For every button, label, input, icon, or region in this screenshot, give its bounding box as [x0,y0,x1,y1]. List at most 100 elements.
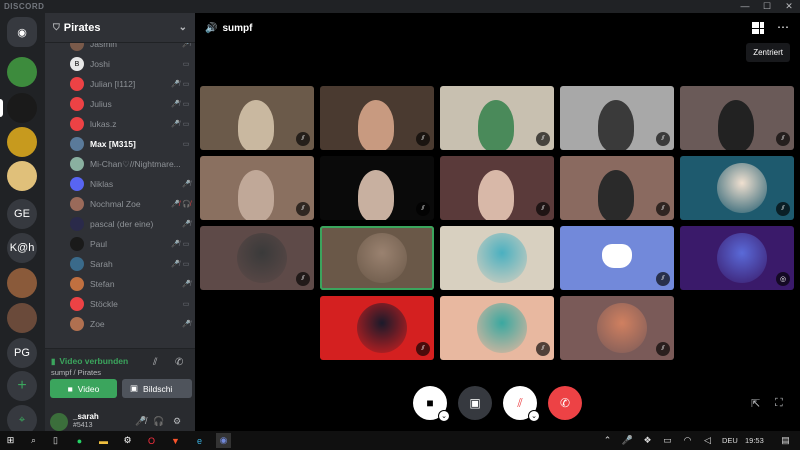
maximize-button[interactable]: ☐ [756,0,778,13]
volume-icon[interactable]: ◁ [700,433,715,448]
voice-member[interactable]: pascal (der eine) 🎤̸ [70,215,191,233]
participant-video-tile[interactable]: ⫽ [440,86,554,150]
participant-avatar [717,163,767,213]
edge-icon[interactable]: e [192,433,207,448]
voice-member[interactable]: Julian [I112] 🎤̸ ▭ [70,75,190,93]
participant-avatar-tile[interactable]: ⫽ [200,226,314,290]
participant-avatar-tile[interactable]: ◎ [680,226,794,290]
participant-avatar-tile[interactable]: ⫽ [680,156,794,220]
notification-icon[interactable]: ▤ [778,433,793,448]
screen-share-label: Bildschi [143,383,173,394]
screen-share-button[interactable]: ▣ Bildschi [122,379,192,398]
mic-muted-icon: ⫽ [536,132,550,146]
voice-member[interactable]: Mi-Chan♡//Nightmare... [70,155,190,173]
avatar [70,277,84,291]
opera-icon[interactable]: O [144,433,159,448]
participant-avatar [477,303,527,353]
server-ge[interactable]: GE [7,199,37,229]
microphone-icon[interactable]: 🎤 [620,433,635,448]
whatsapp-icon[interactable]: ● [72,433,87,448]
voice-member[interactable]: Stefan 🎤̸ [70,275,191,293]
participant-avatar-tile[interactable] [320,226,434,290]
layout-grid-icon[interactable] [752,22,764,34]
voice-member[interactable]: Max [M315] ▭ [70,135,190,153]
participant-video-tile[interactable]: ⫽ [680,86,794,150]
video-button[interactable]: ■ Video [50,379,117,398]
voice-member[interactable]: Niklas 🎤̸ [70,175,191,193]
chevron-down-icon[interactable]: ⌄ [528,410,540,422]
voice-member[interactable]: B Joshi ▭ [70,55,190,73]
search-icon[interactable]: ⌕ [26,433,41,448]
brave-icon[interactable]: ▼ [168,433,183,448]
cake-avatar[interactable] [7,161,37,191]
participant-video-tile[interactable]: ⫽ [560,156,674,220]
more-options-icon[interactable]: ⋯ [777,20,790,34]
scene-avatar[interactable] [7,268,37,298]
share-screen-button[interactable]: ▣ [458,386,492,420]
tray-chevron-icon[interactable]: ⌃ [600,433,615,448]
task-view-icon[interactable]: ▯ [48,433,63,448]
avatar [70,177,84,191]
server-k@h[interactable]: K@h [7,233,37,263]
voice-member[interactable]: lukas.z 🎤̸ ▭ [70,115,190,133]
mute-button[interactable]: ⫽ ⌄ [503,386,540,422]
username: _sarah [73,412,99,421]
battery-icon[interactable]: ▭ [660,433,675,448]
participant-video-tile[interactable]: ⫽ [200,156,314,220]
voice-member[interactable]: Stöckle ▭ [70,295,190,313]
sun-avatar[interactable] [7,127,37,157]
people-avatar[interactable] [7,303,37,333]
participant-avatar-tile[interactable]: ⫽ [560,226,674,290]
screen-share-icon: ▣ [469,396,481,410]
mute-mic-icon[interactable]: 🎤̸ [135,416,146,427]
voice-member[interactable]: Zoe 🎤̸ [70,315,191,333]
minimize-button[interactable]: — [734,0,756,13]
pop-out-icon[interactable]: ⇱ [751,397,760,410]
participant-avatar-tile[interactable]: ⫽ [560,296,674,360]
discord-taskbar-icon[interactable]: ◉ [216,433,231,448]
participant-video-tile[interactable]: ⫽ [320,86,434,150]
server-pg[interactable]: PG [7,338,37,368]
channel-name: sumpf [222,22,253,34]
participant-avatar-tile[interactable]: ⫽ [320,296,434,360]
disconnect-button[interactable]: ✆ [548,386,582,420]
participant-avatar-tile[interactable]: ⫽ [440,296,554,360]
participant-video-tile[interactable]: ⫽ [440,156,554,220]
participant-video-tile[interactable]: ⫽ [200,86,314,150]
file-explorer-icon[interactable]: ▬ [96,433,111,448]
voice-member[interactable]: Nochmal Zoe 🎤̸ 🎧̸ [70,195,191,213]
chevron-down-icon[interactable]: ⌄ [179,22,187,33]
avatar[interactable] [50,413,68,431]
voice-member[interactable]: Jasmin 🎤̸ [70,43,191,53]
clock[interactable]: 19:53 [745,436,764,445]
chevron-down-icon[interactable]: ⌄ [438,410,450,422]
voice-member[interactable]: Julius 🎤̸ ▭ [70,95,190,113]
participant-video-tile[interactable]: ⫽ [560,86,674,150]
signal-icon[interactable]: ▮ [51,357,55,366]
pepe-avatar[interactable] [7,57,37,87]
avatar [70,197,84,211]
discord-home-icon[interactable]: ◉ [7,17,37,47]
camera-toggle-button[interactable]: ■ ⌄ [413,386,450,422]
video-call-area: 🔊 sumpf ⋯ Zentriert ⫽ ⫽ ⫽ ⫽ ⫽ ⫽ ⫽ ⫽ ⫽ ⫽ ⫽ ⫽ ◎ ⫽ ⫽ ⫽ ■ ⌄… [195,13,800,431]
close-button[interactable]: ✕ [778,0,800,13]
disconnect-icon[interactable]: ✆ [175,357,183,368]
fullscreen-icon[interactable]: ⛶ [775,397,783,410]
headphones-icon[interactable]: 🎧 [153,416,164,427]
participant-avatar-tile[interactable] [440,226,554,290]
settings-gear-icon[interactable]: ⚙ [173,416,181,427]
ship-avatar[interactable] [7,93,37,123]
voice-channel-path[interactable]: sumpf / Pirates [51,368,101,377]
windows-start-icon[interactable]: ⊞ [3,433,18,448]
server-header[interactable]: ⛉ Pirates ⌄ [45,13,195,43]
noise-suppression-icon[interactable]: ⫽ [153,357,157,368]
participant-avatar [357,303,407,353]
add-server-icon[interactable]: + [7,371,37,401]
participant-video-tile[interactable]: ⫽ [320,156,434,220]
settings-icon[interactable]: ⚙ [120,433,135,448]
dropbox-icon[interactable]: ❖ [640,433,655,448]
voice-member[interactable]: Sarah 🎤̸ ▭ [70,255,190,273]
keyboard-language[interactable]: DEU [722,436,738,445]
wifi-icon[interactable]: ◠ [680,433,695,448]
voice-member[interactable]: Paul 🎤̸ ▭ [70,235,190,253]
